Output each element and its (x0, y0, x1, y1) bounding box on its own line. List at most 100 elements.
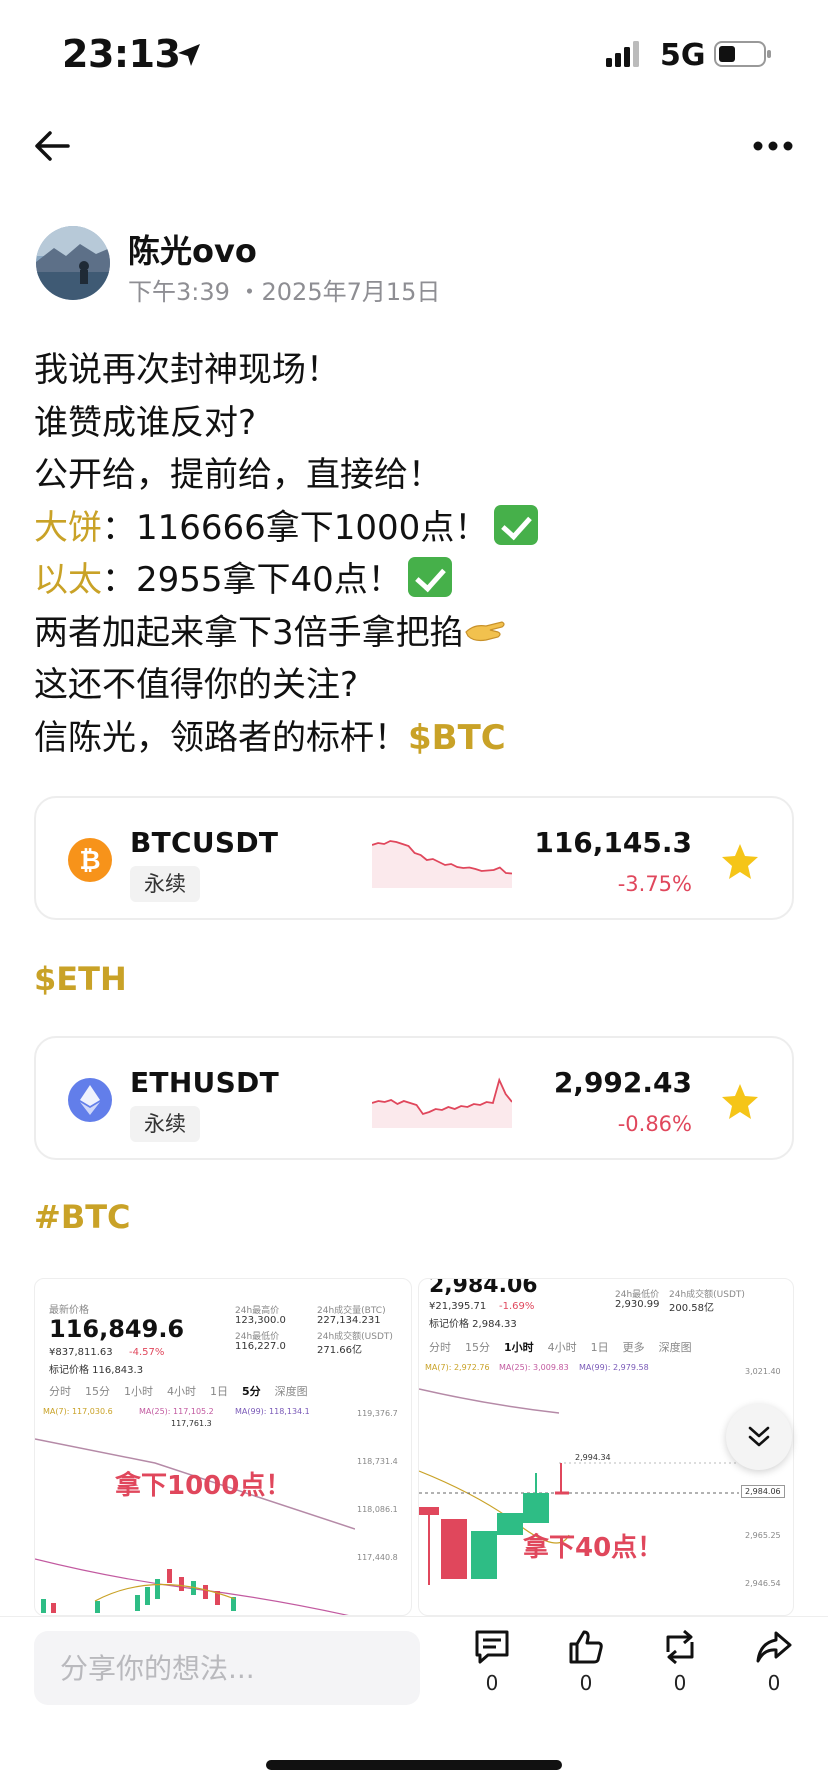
double-chevron-down-icon (748, 1426, 770, 1447)
post-line: 两者加起来拿下3倍手拿把掐 (34, 607, 794, 660)
candlestick-chart (419, 1388, 739, 1585)
timeframe-tabs: 分时 15分 1小时 4小时 1日 更多 深度图 (429, 1339, 692, 1355)
tab: 4小时 (547, 1341, 577, 1354)
scroll-down-button[interactable] (726, 1404, 792, 1470)
contract-type-badge: 永续 (130, 1106, 200, 1142)
ticker-card-eth[interactable]: ETHUSDT 永续 2,992.43 -0.86% (34, 1036, 794, 1160)
tab: 深度图 (658, 1341, 692, 1354)
post-line: 谁赞成谁反对? (34, 402, 257, 443)
comment-count: 0 (485, 1671, 499, 1695)
highlight-label: 以太 (34, 560, 102, 600)
contract-type-badge: 永续 (130, 866, 200, 902)
tab: 15分 (85, 1385, 110, 1398)
tab: 4小时 (167, 1385, 196, 1398)
more-dots-icon[interactable] (752, 138, 794, 154)
price-label: 最新价格 (49, 1305, 89, 1316)
post-image-btc-chart[interactable]: 最新价格 116,849.6 ¥837,811.63 -4.57% 标记价格 1… (34, 1278, 412, 1616)
tab: 分时 (49, 1385, 71, 1398)
sparkline-chart (372, 840, 512, 888)
post-line: 以太：2955拿下40点！ (34, 554, 794, 607)
post-line: 公开给，提前给，直接给！ (34, 455, 442, 495)
network-type: 5G (660, 38, 706, 73)
location-arrow-icon (178, 44, 200, 66)
ticker-symbol: BTCUSDT (130, 826, 279, 859)
btc-sub-change: -4.57% (129, 1347, 165, 1358)
stat-value: 2,930.99 (615, 1299, 660, 1310)
like-count: 0 (579, 1671, 593, 1695)
candlestick-chart (35, 1438, 355, 1615)
btc-sub-price: ¥837,811.63 (49, 1347, 113, 1358)
post-images[interactable]: 最新价格 116,849.6 ¥837,811.63 -4.57% 标记价格 1… (34, 1278, 794, 1616)
hashtag-eth[interactable]: $ETH (34, 960, 127, 998)
share-count: 0 (767, 1671, 781, 1695)
axis-tick: 118,731.4 (357, 1457, 398, 1466)
axis-tick: 119,376.7 (357, 1409, 398, 1418)
author-name[interactable]: 陈光ovo (128, 226, 257, 272)
timeframe-tabs: 分时 15分 1小时 4小时 1日 5分 深度图 (49, 1383, 308, 1399)
check-mark-icon (407, 557, 452, 597)
hashtag-btc-inline[interactable]: $BTC (408, 718, 506, 758)
ticker-change: -0.86% (617, 1112, 692, 1136)
btc-price: 116,849.6 (49, 1315, 185, 1343)
highlight-label: 大饼 (34, 507, 102, 548)
tab: 1日 (590, 1341, 609, 1354)
axis-tick: 118,086.1 (357, 1505, 398, 1514)
comment-input[interactable] (34, 1631, 420, 1705)
ticker-card-btc[interactable]: ₿ BTCUSDT 永续 116,145.3 -3.75% (34, 796, 794, 920)
post-line: 这还不值得你的关注? (34, 665, 359, 705)
post-line: 我说再次封神现场！ (34, 350, 340, 390)
tab: 15分 (465, 1341, 490, 1354)
ma-label: MA(7): 117,030.6 (43, 1407, 113, 1416)
stat-value: 200.58亿 (669, 1303, 714, 1314)
post-line: 大饼：116666拿下1000点！ (34, 502, 794, 555)
status-time: 23:13 (62, 32, 181, 76)
price-marker: 117,761.3 (171, 1419, 212, 1428)
axis-tick: 3,021.40 (745, 1367, 781, 1376)
eth-mark-price: 标记价格 2,984.33 (429, 1319, 517, 1330)
tab: 分时 (429, 1341, 451, 1354)
check-mark-icon (494, 504, 539, 545)
tab: 1小时 (124, 1385, 153, 1398)
post-timestamp: 下午3:39 ・2025年7月15日 (128, 278, 441, 306)
ticker-change: -3.75% (617, 872, 692, 896)
star-icon[interactable] (720, 1082, 760, 1120)
back-arrow-icon[interactable] (32, 128, 72, 164)
ethereum-icon (68, 1078, 112, 1122)
post-text: 我说再次封神现场！ 谁赞成谁反对? 公开给，提前给，直接给！ 大饼：116666… (34, 344, 794, 764)
tab: 更多 (622, 1341, 645, 1354)
overlay-text: 拿下1000点！ (115, 1471, 292, 1501)
hashtag-btc[interactable]: #BTC (34, 1198, 131, 1236)
overlay-text: 拿下40点！ (523, 1533, 664, 1563)
signal-bars-icon (606, 41, 639, 67)
like-button[interactable]: 0 (556, 1627, 616, 1695)
comment-button[interactable]: 0 (462, 1627, 522, 1695)
ma-label: MA(99): 2,979.58 (579, 1363, 649, 1372)
tab: 1日 (210, 1385, 228, 1398)
stat-value: 227,134.231 (317, 1315, 381, 1326)
ma-label: MA(25): 3,009.83 (499, 1363, 569, 1372)
tab-active: 1小时 (504, 1341, 534, 1354)
post-line: 信陈光，领路者的标杆！$BTC (34, 717, 506, 758)
axis-tick: 2,965.25 (745, 1531, 781, 1540)
ticker-price: 116,145.3 (534, 826, 692, 859)
ticker-symbol: ETHUSDT (130, 1066, 280, 1099)
tab: 深度图 (274, 1385, 308, 1398)
battery-icon (714, 41, 771, 67)
tab-active: 5分 (242, 1385, 261, 1398)
sparkline-area (372, 1080, 512, 1128)
star-icon[interactable] (720, 842, 760, 880)
home-indicator (266, 1760, 562, 1770)
axis-tick: 117,440.8 (357, 1553, 398, 1562)
comment-icon (475, 1630, 509, 1664)
status-bar: 23:13 5G (0, 0, 828, 110)
thumbs-up-icon (569, 1630, 603, 1664)
price-marker: 2,994.34 (575, 1453, 611, 1462)
share-button[interactable]: 0 (744, 1627, 804, 1695)
bitcoin-icon: ₿ (68, 838, 112, 882)
ma-label: MA(25): 117,105.2 (139, 1407, 214, 1416)
avatar[interactable] (36, 226, 110, 300)
sparkline-chart (372, 1077, 512, 1128)
ma-label: MA(7): 2,972.76 (425, 1363, 490, 1372)
axis-tick-current: 2,984.06 (741, 1485, 785, 1498)
repost-button[interactable]: 0 (650, 1627, 710, 1695)
